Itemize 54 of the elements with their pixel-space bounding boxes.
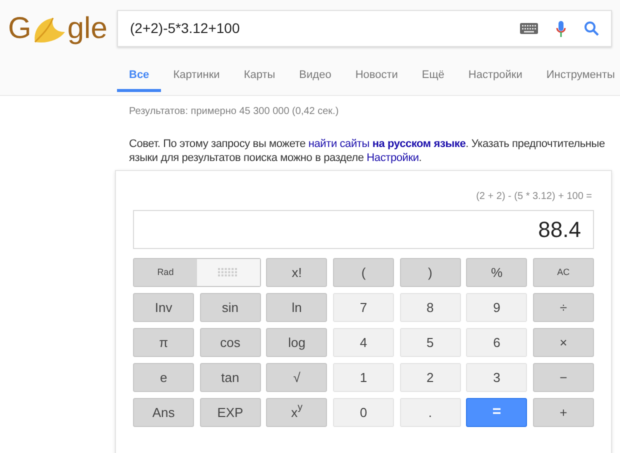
search-tab[interactable]: Видео — [287, 62, 344, 92]
calculator-key[interactable]: 5 — [400, 328, 461, 357]
calculator-key[interactable]: Ans — [133, 398, 194, 427]
search-tab[interactable]: Картинки — [161, 62, 232, 92]
calculator-key[interactable]: + — [532, 398, 594, 427]
search-tab[interactable]: Инструменты — [534, 62, 620, 92]
search-tab[interactable]: Карты — [232, 62, 288, 92]
search-tab[interactable]: Новости — [343, 62, 410, 92]
calculator-key[interactable]: − — [532, 363, 594, 392]
calculator-key[interactable]: 0 — [332, 398, 394, 427]
calculator-key[interactable]: 7 — [332, 293, 394, 322]
tip-text: Совет. По этому запросу вы можете найти сайты на русском языке. Указать предпочтительные языки для результатов поиска можно в разделе Настройки. — [129, 137, 606, 165]
calculator-key[interactable]: Inv — [133, 293, 194, 322]
calculator-key[interactable]: √ — [266, 363, 328, 392]
search-tab[interactable]: Все — [117, 62, 162, 92]
search-tab[interactable]: Настройки — [456, 62, 534, 92]
calculator-key[interactable]: 9 — [466, 293, 528, 322]
calculator-key[interactable]: sin — [200, 293, 261, 322]
search-tab[interactable]: Ещё — [410, 62, 456, 92]
link[interactable]: найти сайты на русском языке — [308, 138, 466, 150]
result-stats: Результатов: примерно 45 300 000 (0,42 сек.) — [129, 105, 340, 119]
calculator-display: 88.4 — [133, 210, 594, 249]
calculator-key[interactable]: x! — [266, 258, 328, 287]
calculator-key[interactable]: ÷ — [532, 293, 594, 322]
calculator-key[interactable]: 3 — [466, 363, 528, 392]
calculator-key[interactable]: 4 — [332, 328, 394, 357]
dot-grid-icon — [218, 268, 238, 277]
calculator-expression: (2 + 2) - (5 * 3.12) + 100 = — [475, 190, 593, 204]
calculator-key[interactable]: log — [266, 328, 328, 357]
calculator-key[interactable]: x$^{y}$ — [266, 398, 328, 427]
calculator-key[interactable]: % — [466, 258, 528, 287]
calculator-key[interactable]: 8 — [400, 293, 461, 322]
calculator-key[interactable]: ) — [400, 258, 461, 287]
calculator-key[interactable]: ( — [332, 258, 394, 287]
calculator-key[interactable]: AC — [532, 258, 594, 287]
calculator-key[interactable]: 1 — [332, 363, 394, 392]
calculator-key[interactable]: 2 — [400, 363, 461, 392]
calculator-key[interactable]: ln — [266, 293, 328, 322]
keyboard-icon[interactable] — [520, 23, 538, 34]
logo-text[interactable]: gle — [67, 14, 108, 44]
calculator-key[interactable]: . — [400, 398, 461, 427]
link[interactable]: Настройки — [366, 152, 419, 164]
search-field[interactable]: (2+2)-5*3.12+100 — [117, 10, 612, 47]
logo-text[interactable]: G — [8, 14, 32, 44]
calculator-key[interactable]: π — [133, 328, 194, 357]
calculator-key[interactable]: cos — [200, 328, 261, 357]
calculator-key[interactable]: EXP — [200, 398, 261, 427]
microphone-icon[interactable] — [556, 20, 566, 36]
rad-button[interactable]: Rad — [134, 259, 197, 286]
calculator-key[interactable]: × — [532, 328, 594, 357]
calculator-key[interactable]: tan — [200, 363, 261, 392]
calculator-key[interactable]: 6 — [466, 328, 528, 357]
calculator-key[interactable]: e — [133, 363, 194, 392]
search-icon[interactable] — [584, 21, 599, 36]
